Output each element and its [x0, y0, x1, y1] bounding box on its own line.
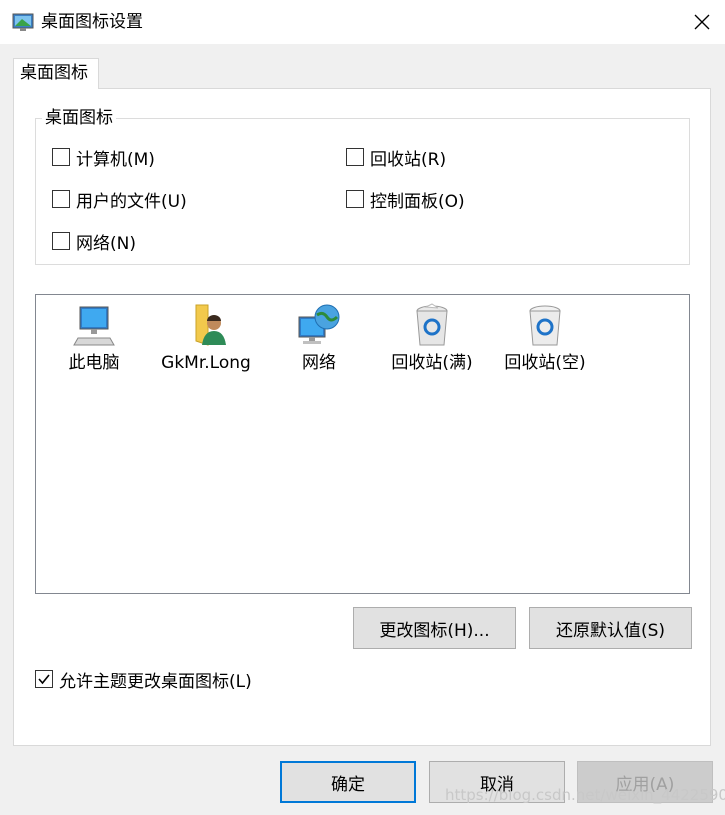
checkbox-box[interactable]: [52, 232, 70, 250]
title-bar: 桌面图标设置: [0, 0, 725, 44]
checkbox-box[interactable]: [346, 190, 364, 208]
network-icon: [298, 304, 340, 344]
list-item-computer[interactable]: 此电脑: [39, 303, 149, 375]
list-item-recycle-bin-empty[interactable]: 回收站(空): [490, 303, 600, 375]
checkbox-computer[interactable]: 计算机(M): [52, 145, 155, 170]
checkmark-icon: [38, 674, 50, 685]
checkbox-label: 允许主题更改桌面图标(L): [59, 671, 252, 692]
list-item-label: GkMr.Long: [161, 353, 251, 373]
checkbox-box[interactable]: [52, 190, 70, 208]
window-title: 桌面图标设置: [41, 12, 143, 32]
checkbox-box[interactable]: [346, 148, 364, 166]
restore-default-button[interactable]: 还原默认值(S): [529, 607, 692, 649]
checkbox-user-files[interactable]: 用户的文件(U): [52, 187, 187, 212]
user-folder-icon: [195, 304, 226, 346]
list-item-user-folder[interactable]: GkMr.Long: [151, 303, 261, 375]
checkbox-recycle-bin[interactable]: 回收站(R): [346, 145, 447, 170]
change-icon-button[interactable]: 更改图标(H)...: [353, 607, 516, 649]
checkbox-box[interactable]: [52, 148, 70, 166]
desktop-settings-icon: [12, 13, 34, 31]
watermark: https://blog.csdn.net/weixin_44225901: [445, 786, 725, 804]
list-item-label: 此电脑: [68, 353, 120, 373]
list-item-network[interactable]: 网络: [264, 303, 374, 375]
checkbox-label: 用户的文件(U): [76, 191, 187, 212]
recycle-bin-full-icon: [416, 303, 448, 346]
tab-desktop-icons[interactable]: 桌面图标: [13, 58, 99, 89]
checkbox-label: 网络(N): [76, 233, 136, 254]
checkbox-label: 计算机(M): [76, 149, 155, 170]
close-icon: [694, 14, 710, 30]
ok-button[interactable]: 确定: [280, 761, 416, 803]
recycle-bin-empty-icon: [529, 305, 561, 346]
checkbox-box[interactable]: [35, 670, 53, 688]
list-item-label: 回收站(空): [504, 353, 586, 373]
close-button[interactable]: [679, 0, 725, 44]
list-item-label: 回收站(满): [391, 353, 473, 373]
checkbox-label: 回收站(R): [370, 149, 447, 170]
icon-list[interactable]: 此电脑 GkMr.Long 网络 回收站(满) 回收站(空): [35, 294, 690, 594]
list-item-recycle-bin-full[interactable]: 回收站(满): [377, 303, 487, 375]
checkbox-allow-theme[interactable]: 允许主题更改桌面图标(L): [35, 667, 252, 692]
computer-icon: [73, 306, 115, 346]
checkbox-network[interactable]: 网络(N): [52, 229, 136, 254]
list-item-label: 网络: [302, 353, 336, 373]
checkbox-control-panel[interactable]: 控制面板(O): [346, 187, 465, 212]
group-label: 桌面图标: [42, 106, 116, 130]
checkbox-label: 控制面板(O): [370, 191, 465, 212]
